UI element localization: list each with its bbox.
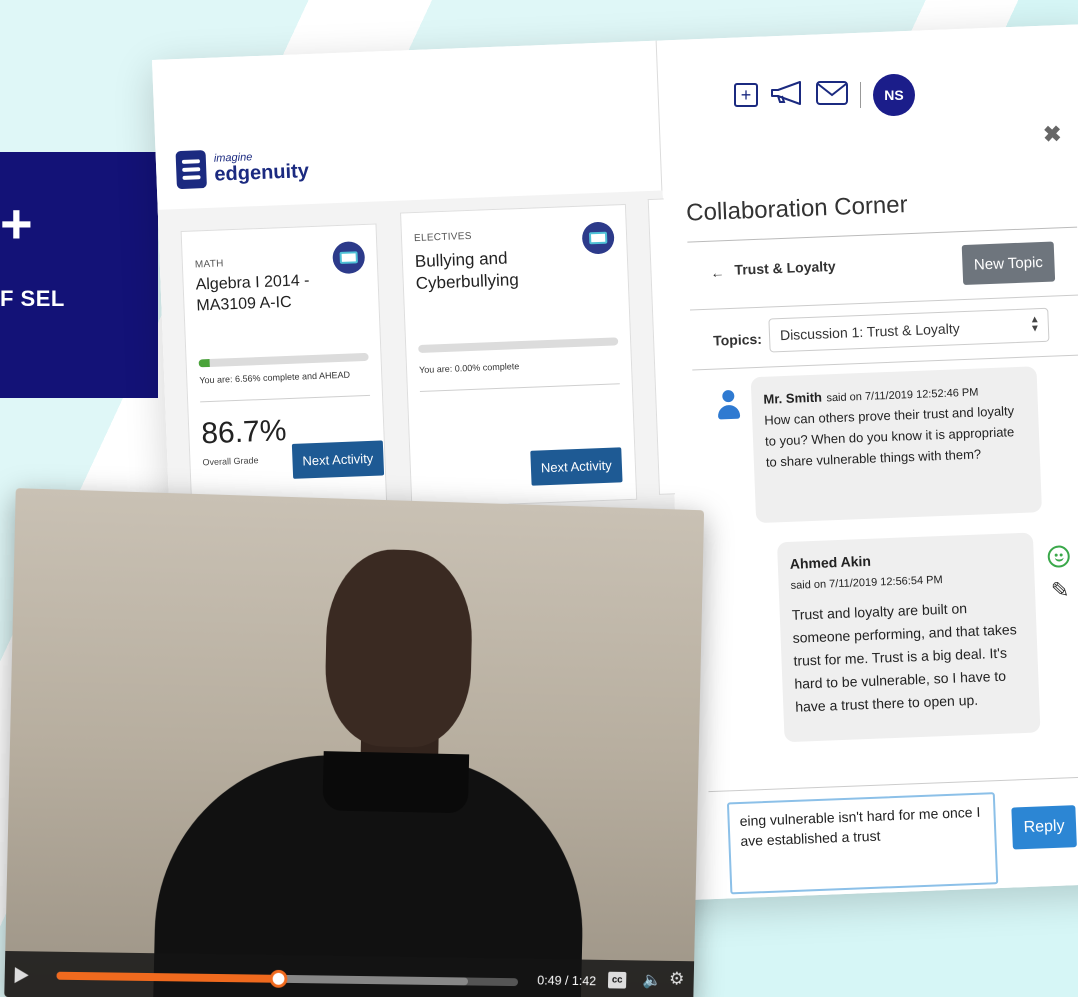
message-timestamp: said on 7/11/2019 12:52:46 PM xyxy=(826,386,979,405)
overall-grade-value: 86.7% xyxy=(200,414,288,451)
divider xyxy=(708,775,1078,793)
next-activity-button[interactable]: Next Activity xyxy=(291,440,384,479)
play-icon[interactable] xyxy=(14,967,29,984)
promo-panel: + F SEL xyxy=(0,152,158,398)
promo-text: F SEL xyxy=(0,286,65,311)
message-text: Trust and loyalty are built on someone p… xyxy=(791,600,1017,716)
gear-icon[interactable]: ⚙ xyxy=(669,969,685,990)
closed-captions-button[interactable]: cc xyxy=(607,971,627,989)
divider xyxy=(687,226,1078,243)
course-subject: MATH xyxy=(194,258,224,271)
video-player[interactable]: 0:49 / 1:42 cc 🔈 ⚙ xyxy=(4,488,705,997)
message-author: Mr. Smith xyxy=(763,389,823,407)
smiley-icon[interactable] xyxy=(1047,545,1071,568)
brand-mark-icon xyxy=(175,150,207,190)
course-title[interactable]: Bullying and Cyberbullying xyxy=(415,246,557,296)
video-person-collar xyxy=(322,751,470,814)
topic-name: Trust & Loyalty xyxy=(734,257,836,278)
course-progress-fill xyxy=(198,359,210,368)
reply-bubble: Ahmed Akin said on 7/11/2019 12:56:54 PM… xyxy=(776,532,1041,743)
message-bubble: Mr. Smith said on 7/11/2019 12:52:46 PM … xyxy=(750,366,1043,524)
message-timestamp: said on 7/11/2019 12:56:54 PM xyxy=(790,574,943,592)
message-author: Ahmed Akin xyxy=(789,552,872,572)
course-progress-bar xyxy=(198,352,369,368)
user-avatar[interactable]: NS xyxy=(873,74,915,116)
course-card-bullying[interactable]: ELECTIVES Bullying and Cyberbullying You… xyxy=(400,203,638,509)
select-arrows-icon: ▲ ▼ xyxy=(1029,314,1041,335)
overall-grade-label: Overall Grade xyxy=(202,455,259,468)
collaboration-pane: ✖ Collaboration Corner ← Trust & Loyalty… xyxy=(657,23,1078,900)
add-icon[interactable]: + xyxy=(734,83,758,107)
close-icon[interactable]: ✖ xyxy=(1043,121,1062,148)
video-person-head xyxy=(323,547,474,749)
collab-title: Collaboration Corner xyxy=(685,191,909,227)
reply-input[interactable] xyxy=(726,792,999,895)
topics-label: Topics: xyxy=(712,330,763,349)
mail-icon[interactable] xyxy=(816,81,848,109)
course-progress-text: You are: 6.56% complete and AHEAD xyxy=(199,369,351,386)
course-badge-icon xyxy=(581,221,615,255)
seek-thumb[interactable] xyxy=(269,969,288,988)
course-badge-icon xyxy=(332,240,366,275)
new-topic-button[interactable]: New Topic xyxy=(961,241,1056,286)
course-card-algebra[interactable]: MATH Algebra I 2014 - MA3109 A-IC You ar… xyxy=(180,223,388,513)
next-activity-button[interactable]: Next Activity xyxy=(530,447,623,486)
pencil-icon[interactable]: ✎ xyxy=(1051,577,1070,604)
course-title[interactable]: Algebra I 2014 - MA3109 A-IC xyxy=(195,270,336,317)
video-controls: 0:49 / 1:42 cc 🔈 ⚙ xyxy=(4,950,695,997)
course-subject: ELECTIVES xyxy=(413,230,472,245)
course-progress-bar xyxy=(418,337,619,353)
volume-icon[interactable]: 🔈 xyxy=(642,970,661,990)
seek-fill xyxy=(56,971,279,983)
promo-plus: + xyxy=(0,192,33,255)
topics-select-value: Discussion 1: Trust & Loyalty xyxy=(779,320,960,344)
megaphone-icon[interactable] xyxy=(770,80,804,110)
card-divider xyxy=(419,383,620,392)
header-toolbar: + NS xyxy=(734,74,915,116)
header-divider xyxy=(860,82,861,108)
back-arrow-icon[interactable]: ← xyxy=(710,264,725,281)
brand-big: edgenuity xyxy=(214,159,310,186)
topics-select[interactable]: Discussion 1: Trust & Loyalty ▲ ▼ xyxy=(768,307,1050,353)
reply-button[interactable]: Reply xyxy=(1011,805,1077,850)
brand-logo[interactable]: imagine edgenuity xyxy=(175,146,310,190)
message-text: How can others prove their trust and loy… xyxy=(763,403,1015,470)
card-divider xyxy=(200,394,371,403)
course-progress-text: You are: 0.00% complete xyxy=(418,361,520,375)
video-time: 0:49 / 1:42 xyxy=(537,972,597,989)
person-avatar-icon xyxy=(717,389,741,421)
seek-bar[interactable] xyxy=(56,969,519,988)
